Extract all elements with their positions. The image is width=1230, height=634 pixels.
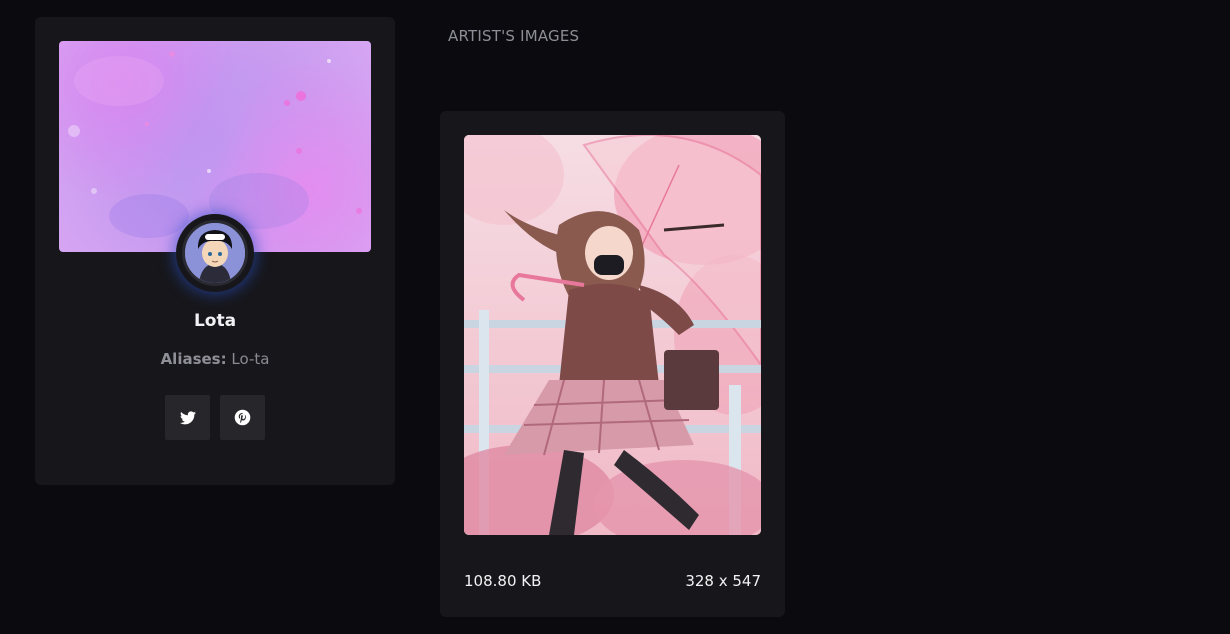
image-file-size: 108.80 KB <box>464 572 542 590</box>
avatar-ring <box>176 214 254 292</box>
page: Lota Aliases: Lo-ta ARTIST'S IMAGES 108.… <box>0 0 1230 634</box>
avatar-illustration <box>185 223 245 283</box>
pinterest-button[interactable] <box>220 395 265 440</box>
anime-girl-illustration <box>464 135 761 535</box>
section-title: ARTIST'S IMAGES <box>448 27 580 45</box>
image-card[interactable]: 108.80 KB 328 x 547 <box>440 111 785 617</box>
aliases-label: Aliases: <box>160 350 227 368</box>
image-dimensions: 328 x 547 <box>685 572 761 590</box>
artist-name: Lota <box>193 311 237 331</box>
pinterest-icon <box>234 409 251 426</box>
artist-card: Lota Aliases: Lo-ta <box>35 17 395 485</box>
twitter-icon <box>179 410 196 424</box>
artist-avatar <box>182 220 248 286</box>
image-thumbnail[interactable] <box>464 135 761 535</box>
aliases-value: Lo-ta <box>231 350 270 368</box>
artist-aliases: Aliases: Lo-ta <box>35 350 395 368</box>
twitter-button[interactable] <box>165 395 210 440</box>
